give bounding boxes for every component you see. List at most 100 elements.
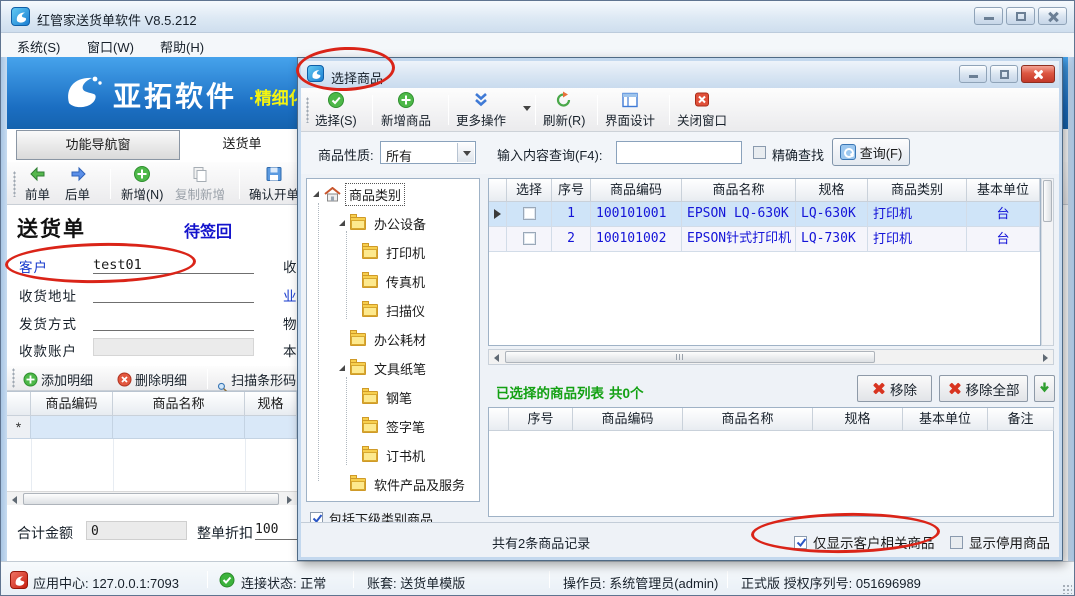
dialog-maximize-button[interactable] (990, 65, 1018, 83)
partial-label-1: 收 (283, 256, 297, 276)
tree-item-fax[interactable]: 传真机 (307, 268, 428, 294)
tree-item-printer[interactable]: 打印机 (307, 239, 428, 265)
col-seq[interactable]: 序号 (552, 179, 591, 202)
new-row-cell[interactable] (113, 416, 245, 439)
tab-function-nav[interactable]: 功能导航窗 (16, 130, 180, 160)
col-header-name[interactable]: 商品名称 (113, 392, 245, 416)
cell-seq[interactable]: 2 (552, 227, 591, 252)
cell-spec[interactable]: LQ-730K (796, 227, 868, 252)
col-spec[interactable]: 规格 (796, 179, 868, 202)
resize-grip[interactable] (1062, 584, 1072, 594)
exact-search-checkbox[interactable] (753, 146, 766, 159)
col-header-spec[interactable]: 规格 (245, 392, 297, 416)
new-row-cell[interactable] (245, 416, 297, 439)
row-checkbox-cell[interactable] (507, 202, 552, 227)
show-disabled-option[interactable]: 显示停用商品 (950, 532, 1050, 552)
check-circle-icon (326, 91, 346, 109)
nature-select[interactable]: 所有 (380, 141, 476, 164)
tree-item-office-equip[interactable]: 办公设备 (307, 210, 429, 236)
query-input[interactable] (616, 141, 742, 164)
col-unit[interactable]: 基本单位 (903, 408, 988, 431)
cell-code[interactable]: 100101001 (591, 202, 682, 227)
col-name[interactable]: 商品名称 (683, 408, 813, 431)
detail-grid-hscrollbar[interactable] (7, 491, 297, 505)
tree-expander-icon[interactable] (312, 190, 320, 198)
customer-input[interactable]: test01 (93, 257, 254, 274)
next-order-button[interactable]: 后单 (65, 165, 90, 203)
cell-code[interactable]: 100101002 (591, 227, 682, 252)
tree-expander-icon[interactable] (338, 364, 346, 372)
tree-expander-icon[interactable] (338, 219, 346, 227)
ui-design-button[interactable]: 界面设计 (605, 91, 655, 129)
status-license: 正式版 授权序列号: 051696989 (741, 573, 921, 592)
col-header-code[interactable]: 商品编码 (31, 392, 113, 416)
folder-icon (350, 333, 366, 346)
show-disabled-checkbox[interactable] (950, 536, 963, 549)
exact-search-label[interactable]: 精确查找 (772, 145, 824, 164)
maximize-button[interactable] (1006, 7, 1035, 25)
tree-item-marker[interactable]: 签字笔 (307, 413, 428, 439)
shipping-input[interactable] (93, 314, 254, 331)
new-order-button[interactable]: 新增(N) (121, 165, 163, 203)
col-code[interactable]: 商品编码 (573, 408, 683, 431)
cell-unit[interactable]: 台 (967, 202, 1040, 227)
col-seq[interactable]: 序号 (509, 408, 573, 431)
cell-name[interactable]: EPSON LQ-630K (682, 202, 796, 227)
col-spec[interactable]: 规格 (813, 408, 903, 431)
customer-only-option[interactable]: 仅显示客户相关商品 (794, 532, 935, 552)
new-product-button[interactable]: 新增商品 (381, 91, 431, 129)
remove-button[interactable]: 移除 (857, 375, 932, 402)
new-row-cell[interactable] (31, 416, 113, 439)
col-category[interactable]: 商品类别 (868, 179, 967, 202)
add-detail-button[interactable]: 添加明细 (23, 370, 93, 389)
search-button[interactable]: 查询(F) (832, 138, 910, 166)
col-name[interactable]: 商品名称 (682, 179, 796, 202)
menu-help[interactable]: 帮助(H) (156, 37, 208, 56)
cell-category[interactable]: 打印机 (868, 202, 967, 227)
tree-item-software[interactable]: 软件产品及服务 (307, 471, 468, 497)
close-window-button[interactable]: 关闭窗口 (677, 91, 727, 129)
cell-spec[interactable]: LQ-630K (796, 202, 868, 227)
export-down-button[interactable] (1034, 375, 1055, 402)
tree-item-scanner[interactable]: 扫描仪 (307, 297, 428, 323)
discount-input[interactable]: 100 (255, 522, 297, 540)
tree-item-root[interactable]: 商品类别 (307, 181, 405, 207)
cell-category[interactable]: 打印机 (868, 227, 967, 252)
tree-item-office-supplies[interactable]: 办公耗材 (307, 326, 429, 352)
customer-only-checkbox[interactable] (794, 536, 807, 549)
combo-dropdown-button[interactable] (457, 143, 474, 162)
delete-detail-button[interactable]: 删除明细 (117, 370, 187, 389)
col-unit[interactable]: 基本单位 (967, 179, 1040, 202)
col-note[interactable]: 备注 (988, 408, 1054, 431)
more-actions-button[interactable]: 更多操作 (456, 91, 506, 129)
tree-item-stationery[interactable]: 文具纸笔 (307, 355, 429, 381)
tree-item-stapler[interactable]: 订书机 (307, 442, 428, 468)
tab-delivery-order[interactable]: 送货单 (180, 129, 304, 161)
dialog-close-button[interactable] (1021, 65, 1055, 83)
arrow-left-icon (28, 165, 48, 183)
cell-seq[interactable]: 1 (552, 202, 591, 227)
col-code[interactable]: 商品编码 (591, 179, 682, 202)
refresh-button[interactable]: 刷新(R) (543, 91, 585, 129)
confirm-order-button[interactable]: 确认开单 (249, 165, 299, 203)
tree-item-pen[interactable]: 钢笔 (307, 384, 415, 410)
close-button[interactable] (1038, 7, 1067, 25)
col-select[interactable]: 选择 (507, 179, 552, 202)
products-grid-vscrollbar[interactable] (1041, 178, 1054, 346)
cell-unit[interactable]: 台 (967, 227, 1040, 252)
minimize-button[interactable] (974, 7, 1003, 25)
dialog-minimize-button[interactable] (959, 65, 987, 83)
prev-order-button[interactable]: 前单 (25, 165, 50, 203)
select-button[interactable]: 选择(S) (315, 91, 357, 129)
cell-name[interactable]: EPSON针式打印机 (682, 227, 796, 252)
dialog-footer: 共有2条商品记录 仅显示客户相关商品 显示停用商品 (301, 522, 1059, 557)
more-actions-dropdown-arrow[interactable] (523, 106, 531, 111)
copy-new-button[interactable]: 复制新增 (175, 165, 225, 203)
remove-all-button[interactable]: 移除全部 (939, 375, 1028, 402)
account-input[interactable] (93, 338, 254, 356)
row-checkbox-cell[interactable] (507, 227, 552, 252)
address-input[interactable] (93, 286, 254, 303)
menu-system[interactable]: 系统(S) (13, 37, 64, 56)
products-grid-hscrollbar[interactable] (488, 349, 1054, 365)
menu-window[interactable]: 窗口(W) (83, 37, 138, 56)
